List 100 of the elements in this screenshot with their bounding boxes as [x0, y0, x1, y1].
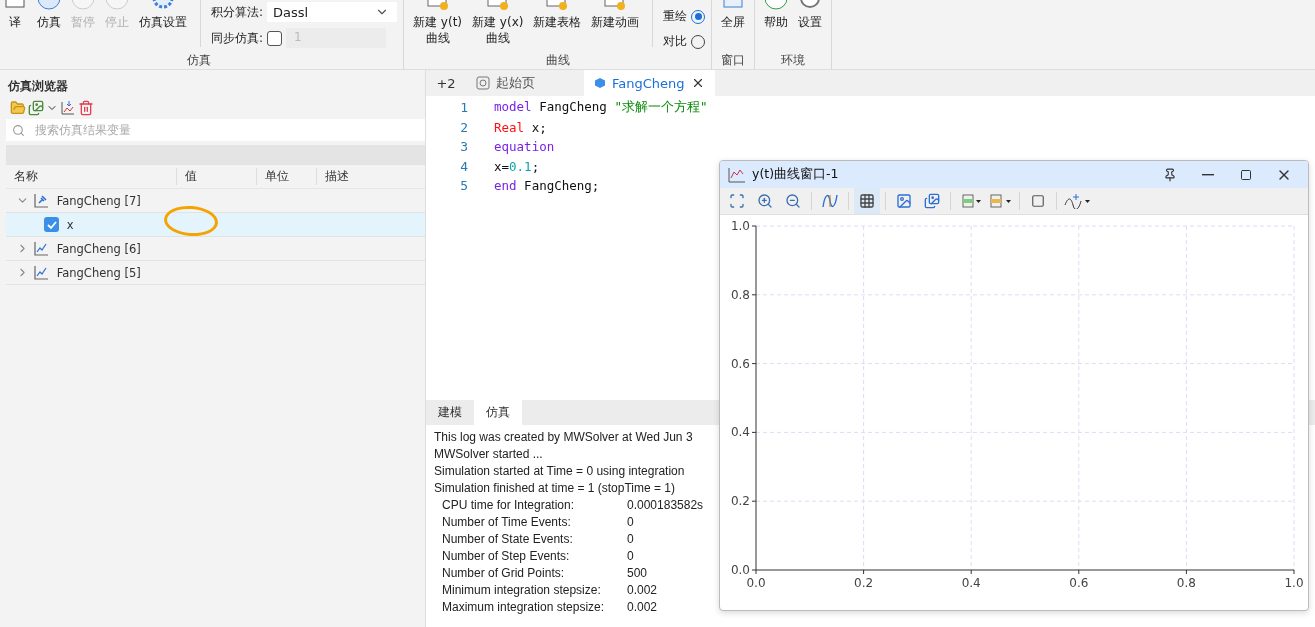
code-line: end FangCheng; [494, 178, 600, 194]
stat-label: Minimum integration stepsize: [442, 582, 602, 599]
panel-title: 仿真浏览器 [7, 78, 69, 95]
column-header: 单位 [256, 168, 316, 185]
solver-dropdown[interactable]: Dassl [267, 2, 398, 22]
ribbon-button[interactable]: 新建 y(t) 曲线 [410, 0, 466, 53]
stat-label: Number of Time Events: [442, 514, 572, 531]
grid-button[interactable] [854, 188, 880, 214]
log-line: This log was created by MWSolver at Wed Jun 3 [434, 429, 693, 446]
tick-label: 0.6 [730, 356, 750, 371]
group-label: 环境 [780, 53, 807, 69]
tick-label: 0.8 [730, 287, 750, 302]
field-label: 积分算法: [211, 3, 264, 21]
code-line: model FangCheng "求解一个方程" [494, 99, 708, 117]
grid-icon [859, 193, 875, 209]
tick-label: 0.0 [730, 563, 750, 577]
code-line: Real x; [494, 119, 547, 135]
line-number: 2 [459, 119, 468, 135]
stat-value: 0.000183582s [627, 497, 704, 514]
image-icon [896, 193, 912, 209]
window-title: y(t)曲线窗口-1 [752, 166, 840, 183]
column-header: 值 [176, 168, 256, 185]
column-header: 描述 [316, 168, 425, 185]
stat-value: 0.002 [627, 599, 658, 616]
tree-label: x [65, 217, 74, 232]
maximize-icon [1240, 168, 1252, 181]
ribbon-button[interactable]: 新建表格 [530, 0, 585, 53]
tree-label: FangCheng [6] [55, 241, 141, 256]
stat-label: CPU time for Integration: [442, 497, 576, 514]
group-label: 曲线 [544, 53, 571, 69]
checkbox[interactable] [44, 217, 59, 232]
curve-icon [821, 193, 839, 209]
stat-value: 0 [627, 548, 634, 565]
ribbon-button[interactable]: 仿真 [34, 0, 64, 53]
table-row-icon [988, 193, 1012, 209]
radio-option[interactable]: 重绘 [663, 8, 706, 25]
tick-label: 1.0 [730, 219, 750, 233]
tick-label: 0.4 [961, 576, 981, 590]
square-icon [1031, 194, 1045, 208]
chart-export-icon[interactable] [28, 100, 44, 116]
field-label: 同步仿真: [211, 29, 264, 47]
stat-value: 0.002 [627, 582, 658, 599]
radio-option[interactable]: 对比 [663, 33, 706, 50]
ribbon-button[interactable]: 仿真设置 [136, 0, 190, 53]
images-icon [924, 193, 940, 209]
stat-value: 500 [627, 565, 648, 582]
search-icon [12, 123, 25, 137]
log-line: Simulation started at Time = 0 using integration [434, 463, 685, 480]
stat-label: Number of State Events: [442, 531, 574, 548]
editor-tab[interactable]: 起始页 [466, 70, 584, 96]
import-chart-icon[interactable] [60, 100, 76, 116]
group-label: 窗口 [720, 53, 747, 69]
stat-label: Number of Grid Points: [442, 565, 566, 582]
stat-value: 0 [627, 531, 634, 548]
editor-tab[interactable]: FangCheng [584, 70, 715, 96]
tree-row[interactable]: x [6, 213, 425, 237]
chart-icon [728, 166, 746, 183]
tree-label: FangCheng [7] [55, 193, 141, 208]
tree-label: FangCheng [5] [55, 265, 141, 280]
ribbon-button[interactable]: 设置 [795, 0, 826, 53]
cube-icon [594, 77, 606, 89]
zoom-fit-icon [729, 193, 745, 209]
group-label: 仿真 [185, 53, 212, 69]
stat-value: 0 [627, 514, 634, 531]
log-tab[interactable]: 仿真 [474, 400, 522, 425]
ribbon-button[interactable]: 新建动画 [588, 0, 643, 53]
code-line: equation [494, 139, 555, 155]
folder-icon[interactable] [10, 100, 26, 116]
pin-icon [1163, 167, 1177, 182]
tick-label: 0.2 [854, 576, 874, 590]
tick-label: 0.4 [730, 425, 750, 440]
log-line: MWSolver started ... [434, 446, 543, 463]
line-number: 5 [459, 178, 468, 194]
stat-label: Maximum integration stepsize: [442, 599, 606, 616]
zoom-in-icon [757, 193, 773, 209]
cube-icon [476, 76, 490, 90]
log-tab[interactable]: 建模 [426, 400, 474, 425]
column-header: 名称 [13, 168, 39, 185]
code-line: x=0.1; [494, 158, 540, 174]
tick-label: 0.8 [1176, 576, 1196, 590]
tick-label: 1.0 [1284, 576, 1304, 590]
tab-overflow-button[interactable]: +2 [426, 70, 466, 96]
tick-label: 0.0 [746, 576, 766, 590]
log-line: Simulation finished at time = 1 (stopTime = 1) [434, 480, 675, 497]
ribbon-button[interactable]: 帮助 [761, 0, 792, 53]
tick-label: 0.6 [1069, 576, 1089, 590]
line-number: 3 [459, 139, 468, 155]
delete-icon[interactable] [78, 100, 94, 116]
line-number: 1 [459, 100, 468, 116]
gear-icon [151, 0, 175, 10]
minimize-icon [1202, 173, 1214, 176]
line-number: 4 [459, 158, 468, 174]
ribbon-button[interactable]: 全屏 [718, 0, 749, 53]
zoom-out-icon [785, 193, 801, 209]
tree-row[interactable]: FangCheng [5] [6, 261, 425, 285]
tree-row[interactable]: FangCheng [6] [6, 237, 425, 261]
tick-label: 0.2 [730, 494, 750, 509]
add-curve-icon [1064, 193, 1092, 209]
ribbon-button[interactable]: 新建 y(x) 曲线 [469, 0, 527, 53]
ribbon-button[interactable]: 译 [0, 0, 30, 53]
